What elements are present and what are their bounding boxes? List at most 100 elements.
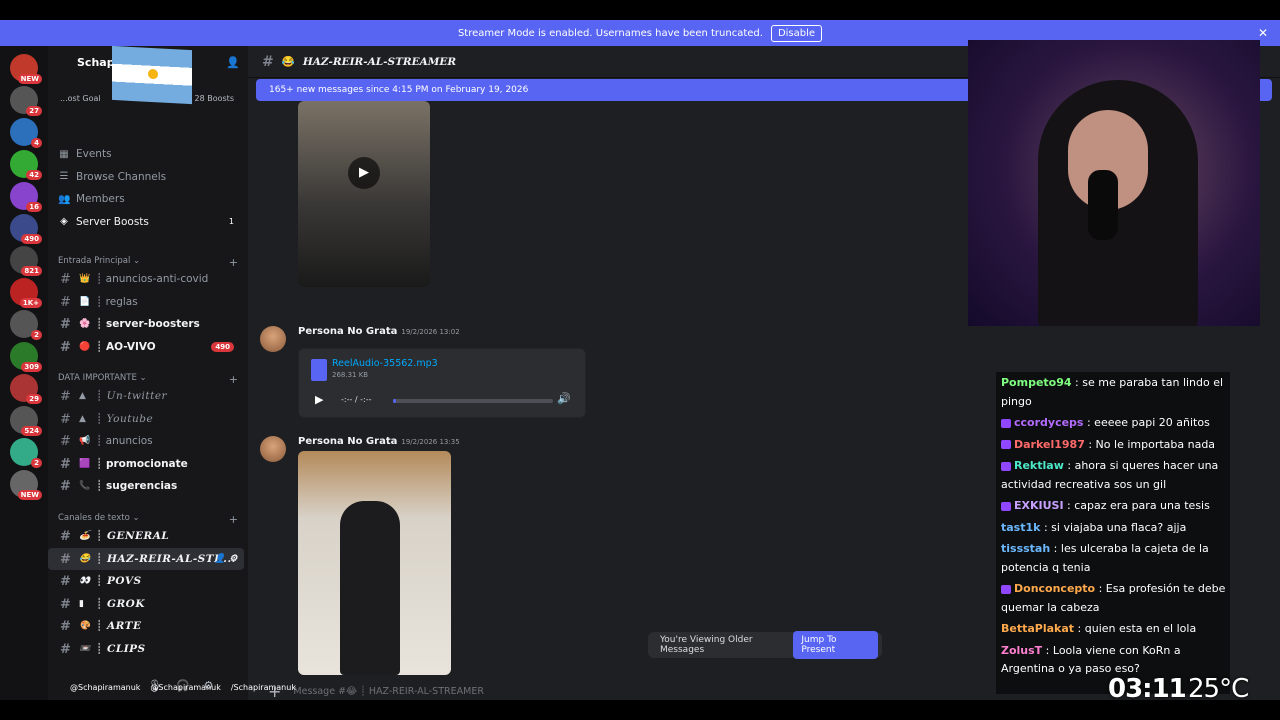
channel-item[interactable]: # 📄 ┊ reglas bbox=[48, 291, 244, 313]
channel-emoji-icon: 🎨 bbox=[79, 621, 91, 631]
channel-emoji-icon: 📢 bbox=[79, 436, 91, 446]
chat-username[interactable]: tast1k bbox=[1001, 521, 1040, 534]
microphone-icon bbox=[1088, 170, 1118, 240]
nav-members[interactable]: 👥 Members bbox=[58, 189, 238, 209]
audio-progress-bar[interactable] bbox=[393, 399, 553, 403]
channel-item[interactable]: # 🟪 ┊ promocionate bbox=[48, 453, 244, 475]
chat-username[interactable]: Rektlaw bbox=[1014, 459, 1064, 472]
chat-username[interactable]: tissstah bbox=[1001, 542, 1050, 555]
video-attachment[interactable]: ▶ bbox=[298, 101, 430, 287]
chat-line: EXKIUSI : capaz era para una tesis bbox=[1001, 497, 1226, 516]
channel-item[interactable]: # 📢 ┊ anuncios bbox=[48, 430, 244, 452]
nav-label: Members bbox=[76, 193, 125, 205]
hash-icon: # bbox=[60, 528, 72, 544]
server-icon[interactable]: 2 bbox=[10, 438, 42, 468]
channel-name: ┊ anuncios bbox=[96, 435, 153, 447]
hash-icon: # bbox=[60, 456, 71, 472]
server-icon[interactable]: 4 bbox=[10, 118, 42, 148]
chat-username[interactable]: Donconcepto bbox=[1014, 582, 1095, 595]
hash-icon: # bbox=[262, 53, 274, 70]
channel-emoji-icon: ▮ bbox=[79, 599, 85, 609]
channel-emoji-icon: 📞 bbox=[79, 481, 91, 491]
nav-label: Server Boosts bbox=[76, 215, 149, 228]
audio-attachment: ReelAudio-35562.mp3 268.31 KB ▶ -:-- / -… bbox=[298, 348, 586, 418]
avatar[interactable] bbox=[260, 326, 286, 352]
volume-icon[interactable]: 🔊 bbox=[557, 392, 571, 405]
channel-item[interactable]: # 🌸 ┊ server-boosters bbox=[48, 313, 244, 335]
channel-item[interactable]: # 👑 ┊ anuncios-anti-covid bbox=[48, 268, 244, 290]
chat-username[interactable]: ZolusT bbox=[1001, 644, 1042, 657]
channel-item[interactable]: # 📞 ┊ sugerencias bbox=[48, 475, 244, 497]
channel-name: ┊ GENERAL bbox=[96, 530, 170, 542]
channel-name: ┊ sugerencias bbox=[96, 480, 178, 492]
nav-label: Browse Channels bbox=[76, 170, 167, 183]
server-icon[interactable]: 42 bbox=[10, 150, 42, 180]
server-icon[interactable]: 821 bbox=[10, 246, 42, 276]
jump-to-present-button[interactable]: Jump To Present bbox=[793, 631, 878, 659]
webcam-overlay bbox=[968, 40, 1260, 326]
hash-icon: # bbox=[60, 271, 71, 287]
chat-username[interactable]: Pompeto94 bbox=[1001, 376, 1072, 389]
chat-message: : si viajaba una flaca? ajja bbox=[1040, 520, 1187, 534]
server-icon[interactable]: NEW bbox=[10, 470, 42, 500]
channel-item[interactable]: # 📼 ┊ CLIPS bbox=[48, 638, 244, 660]
message-author[interactable]: Persona No Grata bbox=[298, 436, 397, 447]
chat-line: BettaPlakat : quien esta en el lola bbox=[1001, 620, 1226, 639]
channel-item[interactable]: # ▲ ┊ Youtube bbox=[48, 408, 244, 430]
audio-filename[interactable]: ReelAudio-35562.mp3 bbox=[332, 358, 438, 369]
channel-item[interactable]: # 🔴 ┊ AO-VIVO 490 bbox=[48, 336, 244, 358]
server-icon[interactable]: 16 bbox=[10, 182, 42, 212]
channel-item[interactable]: # 😂 ┊ HAZ-REIR-AL-STR... 👤 ⚙ bbox=[48, 548, 244, 570]
nav-calendar[interactable]: ▦ Events bbox=[58, 144, 238, 164]
channel-name: ┊ reglas bbox=[96, 296, 138, 308]
temperature: 25°C bbox=[1188, 674, 1249, 704]
channel-item[interactable]: # 👀 ┊ POVS bbox=[48, 570, 244, 592]
server-icon[interactable]: 2 bbox=[10, 310, 42, 340]
boost-count: 28 Boosts bbox=[194, 94, 234, 103]
boost-goal-label: ...ost Goal bbox=[60, 94, 101, 103]
subscriber-badge-icon bbox=[1001, 461, 1011, 471]
play-icon[interactable]: ▶ bbox=[348, 157, 380, 189]
channel-name: ┊ Un-twitter bbox=[96, 390, 168, 402]
chat-username[interactable]: ccordyceps bbox=[1014, 416, 1083, 429]
image-attachment[interactable] bbox=[298, 451, 451, 675]
channel-emoji-icon: 📼 bbox=[79, 644, 91, 654]
channel-settings-icon[interactable]: 👤 ⚙ bbox=[214, 554, 238, 564]
message-author[interactable]: Persona No Grata bbox=[298, 326, 397, 337]
server-badge: 27 bbox=[26, 106, 42, 116]
avatar[interactable] bbox=[260, 436, 286, 462]
chat-username[interactable]: BettaPlakat bbox=[1001, 622, 1074, 635]
server-icon[interactable]: NEW bbox=[10, 54, 42, 84]
server-icon[interactable]: 1K+ bbox=[10, 278, 42, 308]
message-timestamp: 19/2/2026 13:02 bbox=[401, 328, 460, 336]
subscriber-badge-icon bbox=[1001, 440, 1011, 449]
disable-button[interactable]: Disable bbox=[770, 24, 823, 42]
instagram-handle: @Schapiramanuk bbox=[70, 683, 141, 692]
server-badge: 2 bbox=[31, 330, 42, 340]
server-icon[interactable]: 490 bbox=[10, 214, 42, 244]
nav-list[interactable]: ☰ Browse Channels bbox=[58, 167, 238, 187]
channel-item[interactable]: # 🎨 ┊ ARTE bbox=[48, 615, 244, 637]
channel-item[interactable]: # 🍝 ┊ GENERAL bbox=[48, 525, 244, 547]
social-links: @Schapiramanuk @Schapiramanuk /Schapiram… bbox=[70, 683, 296, 692]
chat-username[interactable]: Darkel1987 bbox=[1014, 438, 1085, 451]
subscriber-badge-icon bbox=[1001, 501, 1011, 511]
channel-item[interactable]: # ▲ ┊ Un-twitter bbox=[48, 385, 244, 407]
calendar-icon: ▦ bbox=[59, 148, 69, 160]
chat-username[interactable]: EXKIUSI bbox=[1014, 499, 1064, 512]
nav-boost[interactable]: ◈ Server Boosts 1 bbox=[58, 212, 238, 232]
close-icon[interactable]: ✕ bbox=[1258, 26, 1268, 40]
older-messages-text: You're Viewing Older Messages bbox=[660, 635, 753, 655]
boost-goal[interactable]: ...ost Goal 28 Boosts bbox=[48, 90, 248, 110]
chat-line: Rektlaw : ahora si queres hacer una acti… bbox=[1001, 457, 1226, 494]
invite-icon[interactable]: 👤 bbox=[226, 56, 240, 69]
play-icon[interactable]: ▶ bbox=[315, 393, 323, 406]
server-icon[interactable]: 29 bbox=[10, 374, 42, 404]
channel-name: ┊ anuncios-anti-covid bbox=[96, 273, 209, 285]
server-icon[interactable]: 309 bbox=[10, 342, 42, 372]
server-icon[interactable]: 524 bbox=[10, 406, 42, 436]
subscriber-badge-icon bbox=[1001, 418, 1011, 428]
message-input[interactable]: Message #😂 ┊ HAZ-REIR-AL-STREAMER bbox=[293, 686, 484, 697]
channel-item[interactable]: # ▮ ┊ GROK bbox=[48, 593, 244, 615]
server-icon[interactable]: 27 bbox=[10, 86, 42, 116]
